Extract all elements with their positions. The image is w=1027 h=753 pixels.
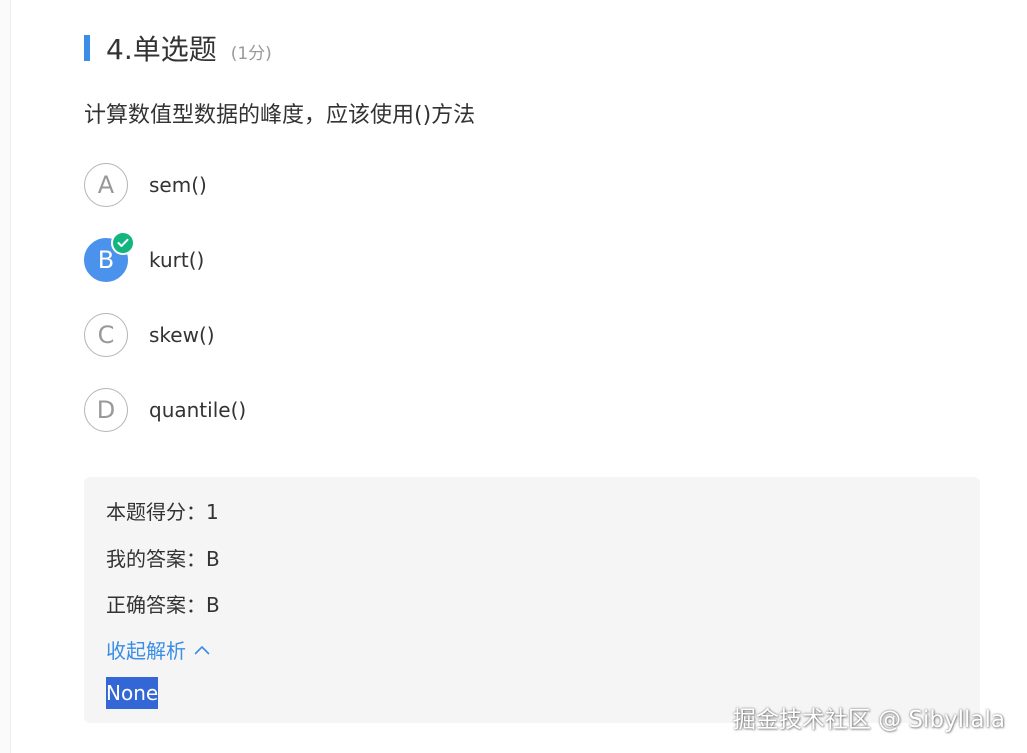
option-a-text: sem() [149, 173, 207, 197]
option-d-text: quantile() [149, 398, 247, 422]
option-c-letter: C [97, 321, 115, 349]
option-b-circle[interactable]: B [84, 231, 135, 282]
option-c-circle[interactable]: C [84, 313, 128, 357]
left-panel-edge [0, 0, 11, 753]
option-a[interactable]: A sem() [84, 162, 207, 208]
option-b[interactable]: B kurt() [84, 231, 205, 283]
option-b-text: kurt() [149, 248, 205, 272]
watermark: 掘金技术社区 @ Sibyllala [732, 707, 1005, 733]
question-text: 计算数值型数据的峰度，应该使用()方法 [84, 103, 476, 128]
option-c[interactable]: C skew() [84, 312, 215, 358]
my-answer-line: 我的答案：B [106, 547, 220, 571]
question-header: 4.单选题 (1分) [84, 28, 272, 68]
analysis-explanation-text: None [106, 677, 159, 709]
correct-answer-line: 正确答案：B [106, 593, 220, 617]
check-icon [111, 231, 135, 255]
option-d[interactable]: D quantile() [84, 387, 246, 433]
option-a-circle[interactable]: A [84, 163, 128, 207]
question-number-type: 4.单选题 [106, 33, 217, 66]
option-c-text: skew() [149, 323, 215, 347]
option-d-circle[interactable]: D [84, 388, 128, 432]
question-score-line: 本题得分：1 [106, 500, 219, 524]
chevron-up-icon [194, 645, 210, 655]
option-b-letter: B [97, 246, 115, 274]
answer-analysis-panel: 本题得分：1 我的答案：B 正确答案：B 收起解析 None [84, 477, 980, 723]
option-a-letter: A [97, 171, 115, 199]
question-points: (1分) [230, 43, 272, 64]
collapse-analysis-link[interactable]: 收起解析 [106, 635, 210, 664]
collapse-analysis-label: 收起解析 [106, 639, 186, 663]
option-d-letter: D [96, 396, 116, 424]
header-accent-bar [84, 35, 90, 61]
